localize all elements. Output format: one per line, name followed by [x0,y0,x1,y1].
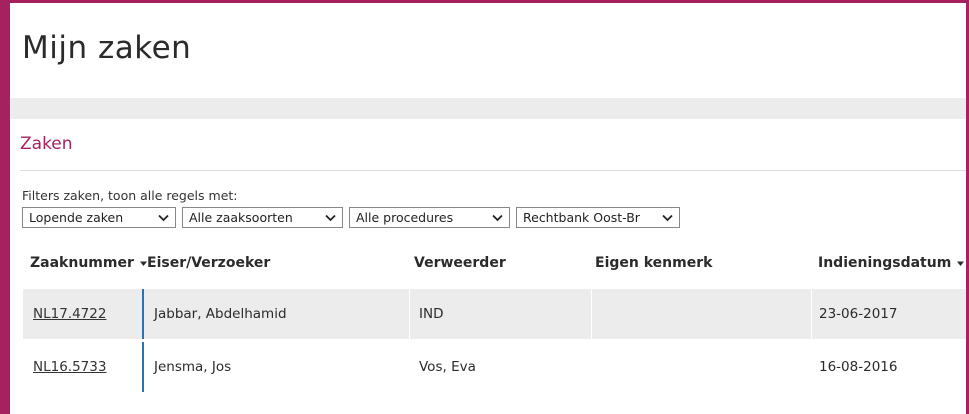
table-row[interactable]: NL17.4722 Jabbar, Abdelhamid IND 23-06-2… [23,289,966,339]
column-header-verweerder: Verweerder [414,255,506,271]
cell-zaaknummer: NL17.4722 [33,289,106,339]
status-filter-select[interactable]: Lopende zaken [22,207,176,228]
table-header: Zaaknummer Eiser/Verzoeker Verweerder Ei… [10,248,966,278]
column-header-label: Eiser/Verzoeker [147,255,271,271]
header-band [10,98,966,119]
chevron-down-icon [492,214,503,222]
chevron-down-icon [662,214,673,222]
chevron-down-icon [158,214,169,222]
table-row[interactable]: NL16.5733 Jensma, Jos Vos, Eva 16-08-201… [23,342,966,392]
column-header-eiser: Eiser/Verzoeker [147,255,270,271]
column-header-eigen-kenmerk: Eigen kenmerk [595,255,712,271]
procedure-filter-value: Alle procedures [356,210,454,225]
case-type-filter-value: Alle zaaksoorten [189,210,293,225]
column-divider [811,289,812,339]
procedure-filter-select[interactable]: Alle procedures [349,207,510,228]
cell-datum: 23-06-2017 [819,306,898,322]
sort-caret-icon [957,261,965,266]
cell-zaaknummer: NL16.5733 [33,342,106,392]
column-divider [409,289,410,339]
row-divider [142,289,144,339]
row-divider [142,342,144,392]
filters-row: Lopende zaken Alle zaaksoorten Alle proc… [22,207,680,228]
section-title: Zaken [20,134,73,154]
cell-eiser: Jabbar, Abdelhamid [154,306,287,322]
case-number-link[interactable]: NL17.4722 [33,306,106,322]
court-filter-select[interactable]: Rechtbank Oost-Br [516,207,680,228]
case-number-link[interactable]: NL16.5733 [33,359,106,375]
column-header-zaaknummer[interactable]: Zaaknummer [30,255,148,271]
chevron-down-icon [325,214,336,222]
court-filter-value: Rechtbank Oost-Br [523,210,640,225]
column-header-label: Verweerder [414,255,506,271]
cell-verweerder: IND [419,306,444,322]
section-divider [20,170,966,171]
column-header-label: Indieningsdatum [818,255,952,271]
cell-verweerder: Vos, Eva [419,359,476,375]
filters-label: Filters zaken, toon alle regels met: [22,188,238,203]
cell-eiser: Jensma, Jos [154,359,232,375]
column-header-label: Eigen kenmerk [595,255,713,271]
column-divider [591,289,592,339]
cell-datum: 16-08-2016 [819,359,898,375]
status-filter-value: Lopende zaken [29,210,124,225]
case-type-filter-select[interactable]: Alle zaaksoorten [182,207,343,228]
column-header-indieningsdatum[interactable]: Indieningsdatum [818,255,965,271]
column-header-label: Zaaknummer [30,255,134,271]
page-title: Mijn zaken [22,30,192,66]
